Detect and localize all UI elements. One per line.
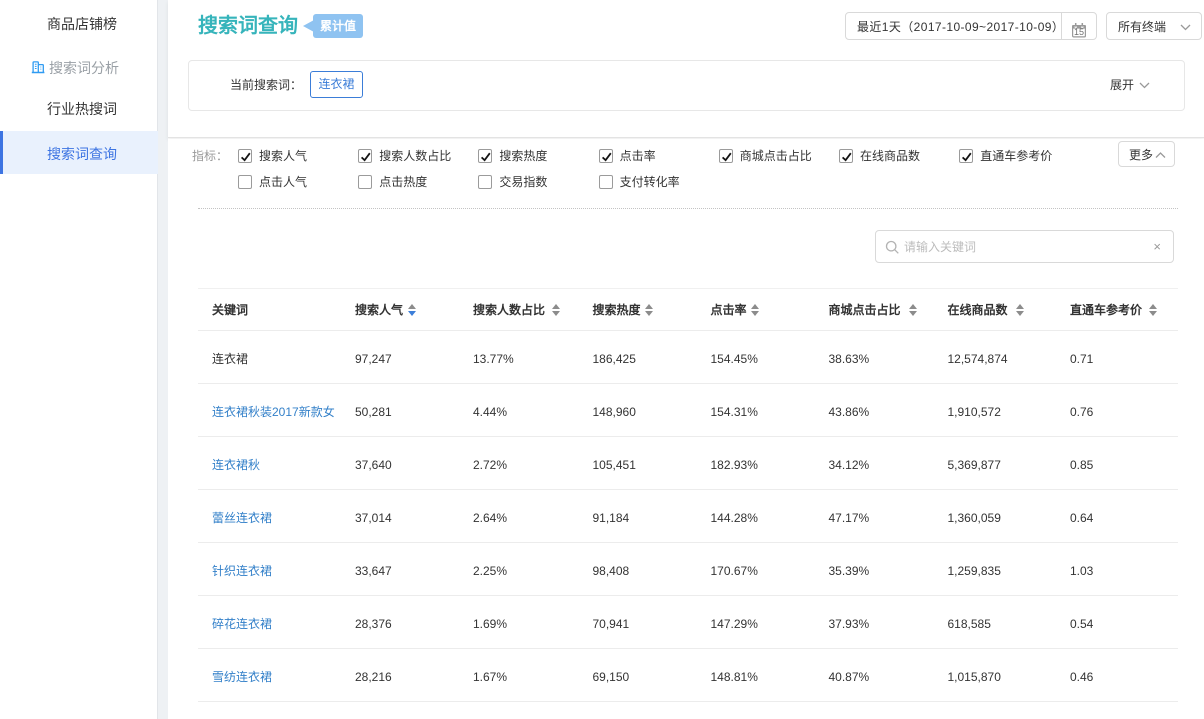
svg-text:15: 15 <box>1074 27 1084 37</box>
